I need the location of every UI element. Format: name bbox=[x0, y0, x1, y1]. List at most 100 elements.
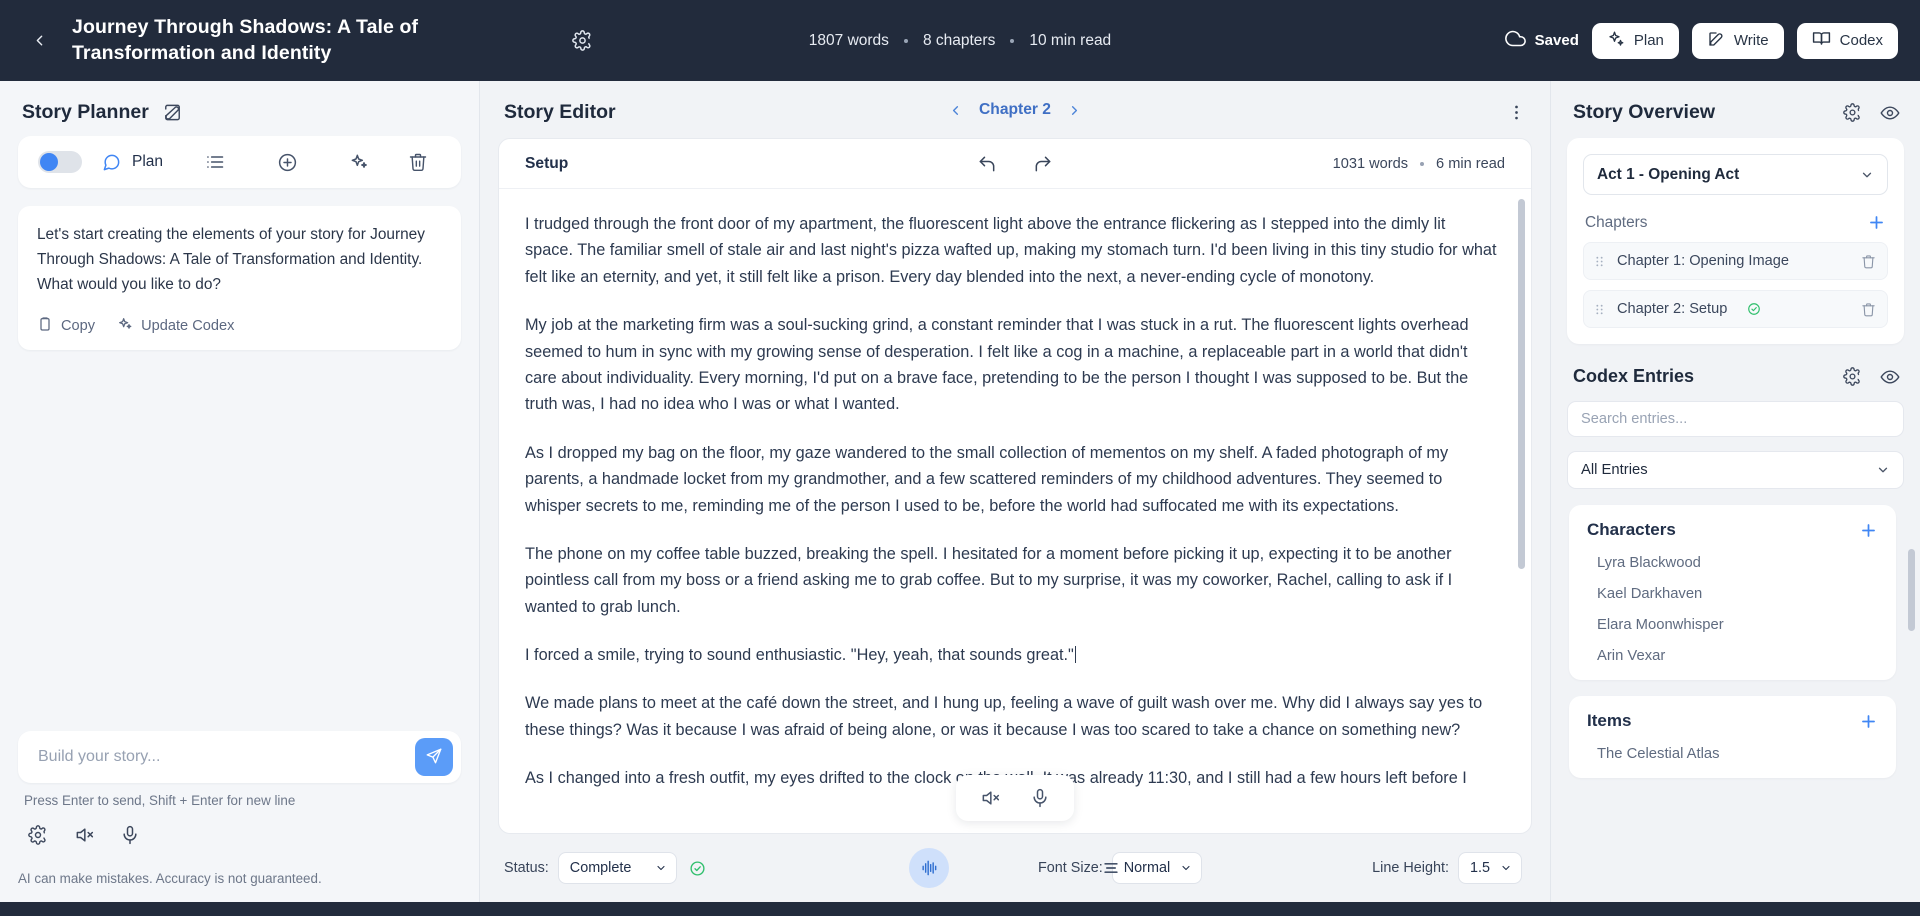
redo-icon[interactable] bbox=[1033, 154, 1053, 174]
save-status-label: Saved bbox=[1534, 32, 1579, 49]
add-chapter-button[interactable] bbox=[1867, 213, 1886, 232]
paragraph-with-caret: I forced a smile, trying to sound enthus… bbox=[525, 642, 1497, 668]
codex-group-header: Items bbox=[1587, 711, 1878, 731]
text-align-icon[interactable] bbox=[1101, 848, 1121, 888]
codex-entry[interactable]: The Celestial Atlas bbox=[1587, 746, 1878, 762]
planner-mode-toggle[interactable] bbox=[38, 151, 82, 173]
editor-scrollbar[interactable] bbox=[1518, 199, 1525, 569]
microphone-icon[interactable] bbox=[120, 825, 140, 845]
waveform-icon[interactable] bbox=[909, 848, 949, 888]
codex-entry[interactable]: Arin Vexar bbox=[1587, 648, 1878, 664]
eye-icon[interactable] bbox=[1880, 367, 1900, 387]
line-height-value: 1.5 bbox=[1469, 860, 1490, 876]
composer-icon-row bbox=[0, 808, 479, 845]
story-planner-panel: Story Planner Plan Let's start creating … bbox=[0, 81, 480, 902]
copy-button[interactable]: Copy bbox=[37, 316, 95, 336]
codex-scrollbar[interactable] bbox=[1908, 549, 1915, 631]
gear-icon[interactable] bbox=[572, 30, 593, 51]
story-overview-actions bbox=[1843, 103, 1900, 123]
codex-group-characters: Characters Lyra Blackwood Kael Darkhaven… bbox=[1569, 505, 1896, 680]
sparkles-icon[interactable] bbox=[323, 152, 395, 172]
codex-header: Codex Entries bbox=[1551, 344, 1920, 387]
save-status: Saved bbox=[1504, 28, 1579, 53]
gear-icon[interactable] bbox=[1843, 103, 1862, 122]
codex-search-box bbox=[1567, 401, 1904, 437]
cloud-icon bbox=[1504, 28, 1526, 53]
codex-filter-value: All Entries bbox=[1581, 462, 1648, 478]
speaker-mute-icon[interactable] bbox=[980, 788, 1000, 808]
toggle-knob bbox=[40, 153, 58, 171]
undo-icon[interactable] bbox=[977, 154, 997, 174]
editor-bottom-toolbar: Status: Complete Font Size: Normal Line … bbox=[480, 834, 1550, 902]
trash-icon[interactable] bbox=[395, 152, 441, 172]
act-card: Act 1 - Opening Act Chapters Chapter 1: … bbox=[1567, 138, 1904, 344]
audio-floating-controls bbox=[956, 775, 1074, 821]
line-height-group: Line Height: 1.5 bbox=[1372, 852, 1522, 884]
add-item-button[interactable] bbox=[1859, 712, 1878, 731]
app-root: Journey Through Shadows: A Tale of Trans… bbox=[0, 0, 1920, 916]
act-select[interactable]: Act 1 - Opening Act bbox=[1583, 154, 1888, 195]
codex-entry[interactable]: Kael Darkhaven bbox=[1587, 586, 1878, 602]
status-select[interactable]: Complete bbox=[557, 852, 678, 884]
pencil-square-icon bbox=[1707, 30, 1725, 52]
drag-handle-icon[interactable] bbox=[1593, 303, 1606, 316]
codex-actions bbox=[1843, 367, 1900, 387]
chapter-list-item[interactable]: Chapter 2: Setup bbox=[1583, 290, 1888, 328]
read-time: 10 min read bbox=[1029, 31, 1112, 49]
codex-search-input[interactable] bbox=[1581, 411, 1890, 427]
chapter-list-item[interactable]: Chapter 1: Opening Image bbox=[1583, 242, 1888, 280]
gear-icon[interactable] bbox=[28, 825, 48, 845]
write-button[interactable]: Write bbox=[1691, 22, 1784, 59]
plan-button[interactable]: Plan bbox=[1591, 22, 1679, 59]
story-input[interactable] bbox=[38, 748, 415, 766]
codex-title: Codex Entries bbox=[1573, 366, 1695, 386]
chapter-count: 8 chapters bbox=[922, 31, 996, 49]
trash-icon[interactable] bbox=[1861, 254, 1876, 269]
add-character-button[interactable] bbox=[1859, 521, 1878, 540]
eye-icon[interactable] bbox=[1880, 103, 1900, 123]
chevron-down-icon bbox=[1180, 862, 1192, 874]
codex-entry[interactable]: Lyra Blackwood bbox=[1587, 555, 1878, 571]
current-chapter-label[interactable]: Chapter 2 bbox=[979, 101, 1051, 119]
planner-message-actions: Copy Update Codex bbox=[37, 316, 442, 336]
write-button-label: Write bbox=[1733, 32, 1769, 49]
paragraph-text: I forced a smile, trying to sound enthus… bbox=[525, 646, 1074, 665]
list-icon[interactable] bbox=[179, 152, 251, 172]
edit-square-icon[interactable] bbox=[163, 103, 182, 122]
speaker-mute-icon[interactable] bbox=[74, 825, 94, 845]
codex-button[interactable]: Codex bbox=[1796, 22, 1898, 59]
right-sidebar: Story Overview Act 1 - Opening Act Chapt… bbox=[1550, 81, 1920, 902]
next-chapter-button[interactable] bbox=[1067, 103, 1082, 118]
chevron-down-icon bbox=[1876, 463, 1890, 477]
editor-word-count: 1031 words bbox=[1332, 155, 1409, 172]
right-sidebar-scroll: Story Overview Act 1 - Opening Act Chapt… bbox=[1551, 81, 1920, 902]
check-circle-icon[interactable] bbox=[689, 860, 706, 877]
ai-disclaimer: AI can make mistakes. Accuracy is not gu… bbox=[18, 871, 322, 886]
line-height-select[interactable]: 1.5 bbox=[1457, 852, 1522, 884]
story-overview-header: Story Overview bbox=[1551, 81, 1920, 124]
drag-handle-icon[interactable] bbox=[1593, 255, 1606, 268]
codex-group-title: Items bbox=[1587, 711, 1632, 730]
plus-circle-icon[interactable] bbox=[251, 152, 323, 173]
kebab-menu-icon[interactable] bbox=[1507, 103, 1526, 122]
codex-entry[interactable]: Elara Moonwhisper bbox=[1587, 617, 1878, 633]
main-body: Story Planner Plan Let's start creating … bbox=[0, 81, 1920, 902]
codex-group-title: Characters bbox=[1587, 520, 1676, 539]
status-select-value: Complete bbox=[569, 860, 632, 876]
send-button[interactable] bbox=[415, 738, 453, 776]
chat-bubble-icon[interactable] bbox=[102, 153, 121, 172]
document-title: Journey Through Shadows: A Tale of Trans… bbox=[72, 15, 419, 64]
document-text-area[interactable]: I trudged through the front door of my a… bbox=[499, 189, 1531, 833]
codex-button-label: Codex bbox=[1839, 32, 1883, 49]
codex-group-items: Items The Celestial Atlas bbox=[1569, 696, 1896, 778]
update-codex-button[interactable]: Update Codex bbox=[117, 316, 234, 336]
trash-icon[interactable] bbox=[1861, 302, 1876, 317]
microphone-icon[interactable] bbox=[1030, 788, 1050, 808]
codex-filter-select[interactable]: All Entries bbox=[1567, 451, 1904, 489]
prev-chapter-button[interactable] bbox=[948, 103, 963, 118]
font-size-select[interactable]: Normal bbox=[1111, 852, 1203, 884]
story-planner-title: Story Planner bbox=[22, 101, 149, 123]
back-button[interactable] bbox=[24, 26, 54, 56]
copy-button-label: Copy bbox=[61, 317, 96, 334]
gear-icon[interactable] bbox=[1843, 367, 1862, 386]
